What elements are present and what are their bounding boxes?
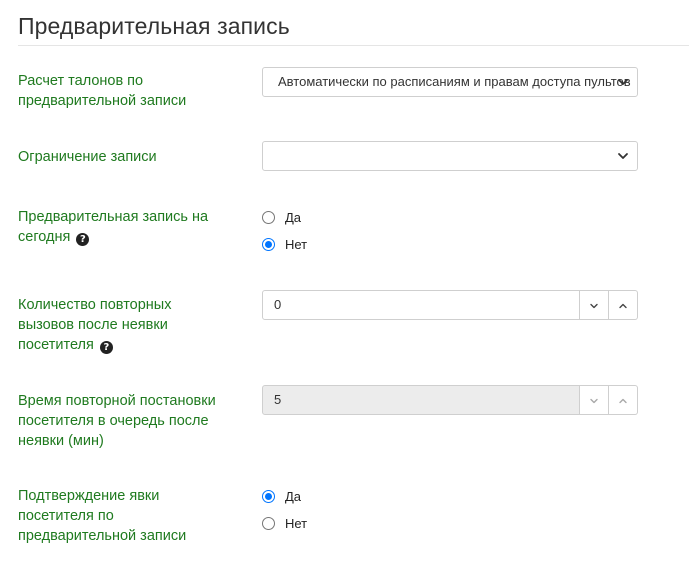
requeue-time-value: 5 <box>274 392 282 407</box>
booking-today-label: Предварительная запись на сегодня? <box>18 207 233 247</box>
visit-confirm-radio-no[interactable] <box>262 517 275 530</box>
booking-limit-label: Ограничение записи <box>18 149 157 165</box>
visit-confirm-label-line-2: посетителя по <box>18 508 114 524</box>
question-circle-icon[interactable]: ? <box>99 341 113 354</box>
chevron-down-icon <box>590 303 598 309</box>
requeue-time-label: Время повторной постановки посетителя в … <box>18 391 233 451</box>
recall-count-input[interactable]: 0 <box>262 290 580 320</box>
chevron-down-icon <box>590 398 598 404</box>
booking-today-option-no-label: Нет <box>285 237 308 252</box>
requeue-time-increment-button[interactable] <box>609 385 638 415</box>
booking-today-radio-yes[interactable] <box>262 211 275 224</box>
title-divider <box>18 45 689 46</box>
requeue-time-input[interactable]: 5 <box>262 385 580 415</box>
ticket-calc-select-value: Автоматически по расписаниям и правам до… <box>278 74 631 89</box>
recall-count-increment-button[interactable] <box>609 290 638 320</box>
page-title: Предварительная запись <box>18 13 290 39</box>
chevron-down-icon <box>618 153 628 159</box>
visit-confirm-label-line-3: предварительной записи <box>18 528 187 544</box>
recall-count-label-line-1: Количество повторных <box>18 297 172 313</box>
requeue-time-label-line-1: Время повторной постановки <box>18 393 216 409</box>
visit-confirm-label-line-1: Подтверждение явки <box>18 488 160 504</box>
requeue-time-label-line-3: неявки (мин) <box>18 433 104 449</box>
booking-today-option-yes-label: Да <box>285 210 302 225</box>
recall-count-label: Количество повторных вызовов после неявк… <box>18 295 233 355</box>
visit-confirm-label: Подтверждение явки посетителя по предвар… <box>18 486 233 546</box>
requeue-time-label-line-2: посетителя в очередь после <box>18 413 209 429</box>
recall-count-label-line-3: посетителя? <box>18 335 233 355</box>
requeue-time-spinner: 5 <box>262 385 638 415</box>
requeue-time-decrement-button[interactable] <box>580 385 609 415</box>
visit-confirm-radio-yes[interactable] <box>262 490 275 503</box>
booking-today-label-line-1: Предварительная запись на <box>18 209 209 225</box>
visit-confirm-option-no-label: Нет <box>285 516 308 531</box>
chevron-up-icon <box>619 303 627 309</box>
chevron-up-icon <box>619 398 627 404</box>
visit-confirm-option-yes-label: Да <box>285 489 302 504</box>
recall-count-label-line-2: вызовов после неявки <box>18 317 168 333</box>
ticket-calc-label: Расчет талонов по предварительной записи <box>18 71 233 111</box>
booking-today-radio-no[interactable] <box>262 238 275 251</box>
recall-count-decrement-button[interactable] <box>580 290 609 320</box>
ticket-calc-label-line-2: предварительной записи <box>18 93 187 109</box>
question-circle-icon[interactable]: ? <box>76 233 90 246</box>
ticket-calc-label-line-1: Расчет талонов по <box>18 73 144 89</box>
recall-count-value: 0 <box>274 297 282 312</box>
booking-limit-select[interactable] <box>262 141 638 171</box>
chevron-down-icon <box>618 79 628 85</box>
ticket-calc-select[interactable]: Автоматически по расписаниям и правам до… <box>262 67 638 97</box>
booking-today-label-line-2: сегодня? <box>18 227 233 247</box>
recall-count-spinner: 0 <box>262 290 638 320</box>
